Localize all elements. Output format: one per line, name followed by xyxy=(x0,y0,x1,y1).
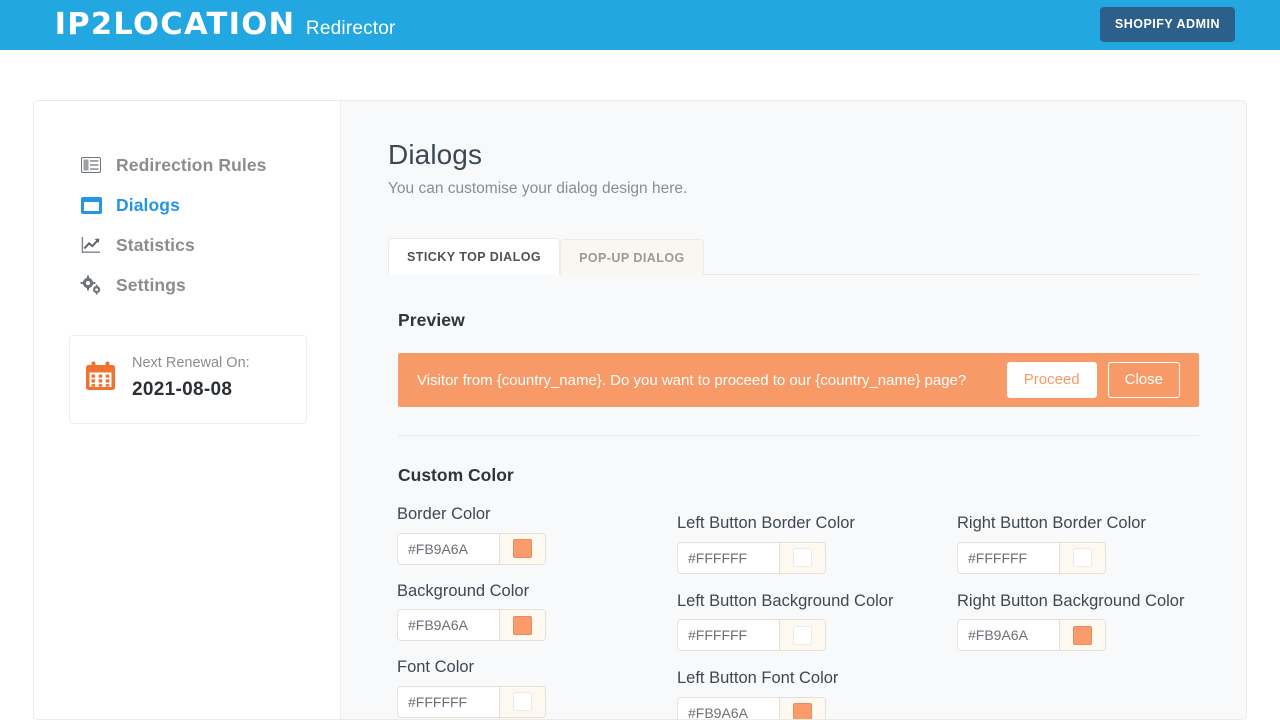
color-swatch xyxy=(1073,548,1092,567)
window-icon xyxy=(80,194,102,216)
sidebar-item-label: Settings xyxy=(116,275,186,296)
sidebar-item-redirection-rules[interactable]: Redirection Rules xyxy=(34,145,340,185)
field-left-button-background-color: Left Button Background Color xyxy=(677,591,957,652)
font-color-swatch-button[interactable] xyxy=(499,687,545,717)
color-swatch xyxy=(793,548,812,567)
product-name: Redirector xyxy=(306,18,396,40)
section-divider xyxy=(398,435,1199,436)
field-label: Font Color xyxy=(397,657,627,678)
page-subtitle: You can customise your dialog design her… xyxy=(388,180,1199,198)
renewal-text: Next Renewal On: 2021-08-08 xyxy=(132,353,250,404)
color-swatch xyxy=(793,626,812,645)
color-input-group[interactable] xyxy=(677,542,826,574)
field-right-button-background-color: Right Button Background Color xyxy=(957,591,1237,652)
tab-pop-up-dialog[interactable]: POP-UP DIALOG xyxy=(560,239,704,276)
color-column-dialog: Border Color Background Color xyxy=(397,504,677,719)
right-button-border-color-input[interactable] xyxy=(958,543,1059,573)
preview-proceed-button[interactable]: Proceed xyxy=(1007,362,1097,398)
left-button-background-color-input[interactable] xyxy=(678,620,779,650)
field-left-button-border-color: Left Button Border Color xyxy=(677,513,957,574)
border-color-input[interactable] xyxy=(398,534,499,564)
color-swatch xyxy=(513,539,532,558)
tab-sticky-top-dialog[interactable]: STICKY TOP DIALOG xyxy=(388,238,560,276)
sidebar-item-label: Statistics xyxy=(116,235,195,256)
color-swatch xyxy=(513,616,532,635)
color-column-left-button: Left Button Border Color Left Button Bac… xyxy=(677,504,957,719)
sidebar-item-dialogs[interactable]: Dialogs xyxy=(34,185,340,225)
content-card: Redirection Rules Dialogs xyxy=(33,100,1247,720)
preview-message: Visitor from {country_name}. Do you want… xyxy=(417,372,996,389)
right-button-background-color-input[interactable] xyxy=(958,620,1059,650)
renewal-label: Next Renewal On: xyxy=(132,353,250,374)
color-swatch xyxy=(513,692,532,711)
app-header: IP2LOCATION Redirector SHOPIFY ADMIN xyxy=(0,0,1280,50)
color-input-group[interactable] xyxy=(957,542,1106,574)
field-border-color: Border Color xyxy=(397,504,677,565)
calendar-icon xyxy=(85,360,116,396)
preview-banner: Visitor from {country_name}. Do you want… xyxy=(398,353,1199,407)
color-swatch xyxy=(793,703,812,719)
background-color-swatch-button[interactable] xyxy=(499,610,545,640)
ip2location-logo: IP2LOCATION xyxy=(55,10,296,40)
left-button-font-color-input[interactable] xyxy=(678,698,779,719)
sidebar-item-statistics[interactable]: Statistics xyxy=(34,225,340,265)
color-column-right-button: Right Button Border Color Right Button B… xyxy=(957,504,1237,719)
field-right-button-border-color: Right Button Border Color xyxy=(957,513,1237,574)
field-label: Left Button Background Color xyxy=(677,591,907,612)
custom-color-grid: Border Color Background Color xyxy=(397,504,1199,719)
field-label: Right Button Background Color xyxy=(957,591,1187,612)
right-button-background-color-swatch-button[interactable] xyxy=(1059,620,1105,650)
field-font-color: Font Color xyxy=(397,657,677,718)
brand: IP2LOCATION Redirector xyxy=(57,10,396,40)
left-button-font-color-swatch-button[interactable] xyxy=(779,698,825,719)
field-label: Left Button Font Color xyxy=(677,668,907,689)
field-label: Border Color xyxy=(397,504,627,525)
gears-icon xyxy=(80,274,102,296)
shopify-admin-button[interactable]: SHOPIFY ADMIN xyxy=(1100,7,1235,42)
custom-color-heading: Custom Color xyxy=(398,465,1199,486)
sidebar-item-settings[interactable]: Settings xyxy=(34,265,340,305)
preview-close-button[interactable]: Close xyxy=(1108,362,1180,398)
field-label: Background Color xyxy=(397,581,627,602)
color-input-group[interactable] xyxy=(397,533,546,565)
color-input-group[interactable] xyxy=(677,619,826,651)
left-button-border-color-input[interactable] xyxy=(678,543,779,573)
sidebar-item-label: Dialogs xyxy=(116,195,180,216)
left-button-background-color-swatch-button[interactable] xyxy=(779,620,825,650)
page-title: Dialogs xyxy=(388,139,1199,171)
color-swatch xyxy=(1073,626,1092,645)
field-left-button-font-color: Left Button Font Color xyxy=(677,668,957,719)
left-button-border-color-swatch-button[interactable] xyxy=(779,543,825,573)
chart-line-icon xyxy=(80,234,102,256)
color-input-group[interactable] xyxy=(957,619,1106,651)
color-input-group[interactable] xyxy=(397,609,546,641)
next-renewal-card: Next Renewal On: 2021-08-08 xyxy=(69,335,307,424)
color-input-group[interactable] xyxy=(677,697,826,719)
right-button-border-color-swatch-button[interactable] xyxy=(1059,543,1105,573)
field-label: Right Button Border Color xyxy=(957,513,1187,534)
main-content: Dialogs You can customise your dialog de… xyxy=(341,101,1246,719)
border-color-swatch-button[interactable] xyxy=(499,534,545,564)
list-icon xyxy=(80,154,102,176)
font-color-input[interactable] xyxy=(398,687,499,717)
dialog-tabs: STICKY TOP DIALOG POP-UP DIALOG xyxy=(388,236,1199,275)
background-color-input[interactable] xyxy=(398,610,499,640)
field-label: Left Button Border Color xyxy=(677,513,907,534)
sidebar-item-label: Redirection Rules xyxy=(116,155,266,176)
page-body: Redirection Rules Dialogs xyxy=(0,50,1280,720)
color-input-group[interactable] xyxy=(397,686,546,718)
preview-heading: Preview xyxy=(398,310,1199,331)
field-background-color: Background Color xyxy=(397,581,677,642)
renewal-date: 2021-08-08 xyxy=(132,376,250,404)
sidebar: Redirection Rules Dialogs xyxy=(34,101,341,719)
